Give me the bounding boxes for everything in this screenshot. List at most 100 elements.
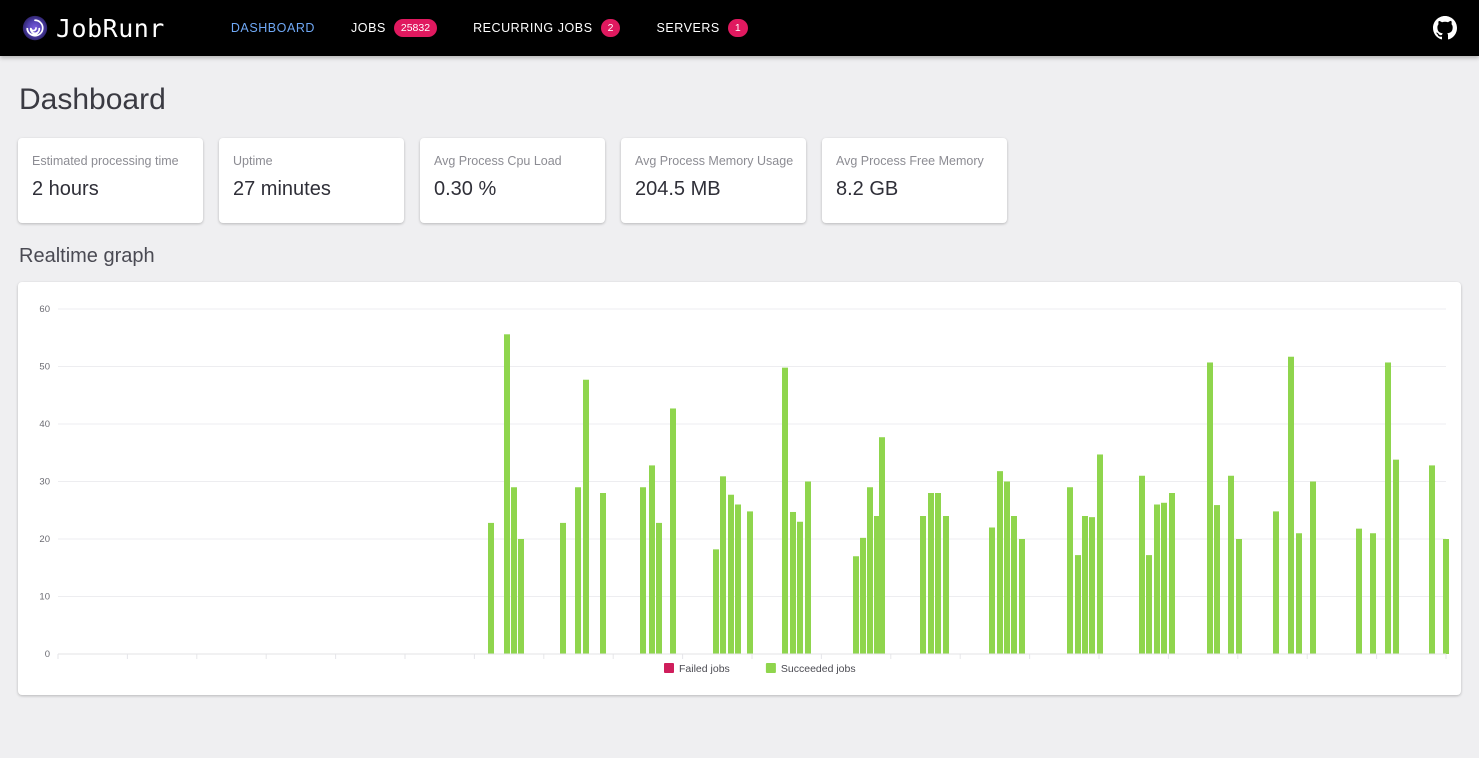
chart-bar-succeeded[interactable] xyxy=(1393,460,1399,654)
legend-label-failed[interactable]: Failed jobs xyxy=(679,663,730,675)
chart-bar-succeeded[interactable] xyxy=(1011,516,1017,654)
chart-bars-succeeded[interactable] xyxy=(488,334,1449,654)
chart-bar-succeeded[interactable] xyxy=(488,523,494,654)
y-axis-tick-label: 40 xyxy=(39,419,50,430)
nav-item-dashboard[interactable]: DASHBOARD xyxy=(213,0,333,56)
badge-jobs-count: 25832 xyxy=(394,19,437,38)
nav-label-jobs: JOBS xyxy=(351,21,386,35)
y-axis-tick-label: 50 xyxy=(39,362,50,373)
chart-bar-succeeded[interactable] xyxy=(1154,505,1160,655)
chart-x-axis-ticks xyxy=(58,654,1446,659)
y-axis-tick-label: 10 xyxy=(39,592,50,603)
realtime-bar-chart[interactable]: 0102030405060 Failed jobsSucceeded jobs xyxy=(18,282,1461,695)
chart-bar-succeeded[interactable] xyxy=(1082,516,1088,654)
chart-bar-succeeded[interactable] xyxy=(1089,517,1095,654)
y-axis-tick-label: 20 xyxy=(39,534,50,545)
chart-bar-succeeded[interactable] xyxy=(1443,539,1449,654)
chart-bar-succeeded[interactable] xyxy=(853,556,859,654)
chart-bar-succeeded[interactable] xyxy=(935,493,941,654)
chart-bar-succeeded[interactable] xyxy=(1214,505,1220,654)
badge-recurring-jobs-count: 2 xyxy=(601,19,621,38)
chart-bar-succeeded[interactable] xyxy=(560,523,566,654)
realtime-graph-card: 0102030405060 Failed jobsSucceeded jobs xyxy=(18,282,1461,695)
chart-bar-succeeded[interactable] xyxy=(997,471,1003,654)
stat-card-uptime: Uptime 27 minutes xyxy=(219,138,404,223)
stat-card-value: 27 minutes xyxy=(233,177,390,201)
chart-bar-succeeded[interactable] xyxy=(1429,465,1435,654)
chart-bar-succeeded[interactable] xyxy=(782,368,788,654)
chart-bar-succeeded[interactable] xyxy=(1097,454,1103,654)
chart-bar-succeeded[interactable] xyxy=(1310,482,1316,655)
chart-bar-succeeded[interactable] xyxy=(600,493,606,654)
brand-logo-link[interactable]: JobRunr xyxy=(22,15,165,41)
chart-bar-succeeded[interactable] xyxy=(1161,503,1167,654)
chart-bar-succeeded[interactable] xyxy=(504,334,510,654)
nav-item-jobs[interactable]: JOBS 25832 xyxy=(333,0,455,56)
legend-swatch-succeeded[interactable] xyxy=(766,663,776,673)
chart-bar-succeeded[interactable] xyxy=(518,539,524,654)
chart-bar-succeeded[interactable] xyxy=(1236,539,1242,654)
stat-card-estimated-processing-time: Estimated processing time 2 hours xyxy=(18,138,203,223)
chart-bar-succeeded[interactable] xyxy=(1370,533,1376,654)
chart-bar-succeeded[interactable] xyxy=(583,380,589,654)
stat-card-avg-process-free-memory: Avg Process Free Memory 8.2 GB xyxy=(822,138,1007,223)
legend-label-succeeded[interactable]: Succeeded jobs xyxy=(781,663,856,675)
chart-bar-succeeded[interactable] xyxy=(670,408,676,654)
chart-bar-succeeded[interactable] xyxy=(1288,357,1294,654)
y-axis-tick-label: 60 xyxy=(39,304,50,315)
chart-bar-succeeded[interactable] xyxy=(747,511,753,654)
stat-card-value: 204.5 MB xyxy=(635,177,792,201)
main-content: Dashboard Estimated processing time 2 ho… xyxy=(0,56,1479,758)
chart-bar-succeeded[interactable] xyxy=(1019,539,1025,654)
chart-bar-succeeded[interactable] xyxy=(656,523,662,654)
chart-bar-succeeded[interactable] xyxy=(797,522,803,654)
chart-bar-succeeded[interactable] xyxy=(1385,362,1391,654)
chart-bar-succeeded[interactable] xyxy=(1356,529,1362,654)
chart-bar-succeeded[interactable] xyxy=(1228,476,1234,654)
brand-name: JobRunr xyxy=(56,16,165,41)
chart-y-axis-labels: 0102030405060 xyxy=(39,304,50,660)
stat-card-label: Avg Process Free Memory xyxy=(836,154,993,169)
nav-item-servers[interactable]: SERVERS 1 xyxy=(638,0,765,56)
chart-bar-succeeded[interactable] xyxy=(805,482,811,655)
chart-bar-succeeded[interactable] xyxy=(1146,555,1152,654)
chart-bar-succeeded[interactable] xyxy=(728,495,734,654)
legend-swatch-failed[interactable] xyxy=(664,663,674,673)
chart-bar-succeeded[interactable] xyxy=(989,528,995,655)
stat-card-avg-process-cpu-load: Avg Process Cpu Load 0.30 % xyxy=(420,138,605,223)
badge-servers-count: 1 xyxy=(728,19,748,38)
chart-bar-succeeded[interactable] xyxy=(735,505,741,655)
chart-bar-succeeded[interactable] xyxy=(1067,487,1073,654)
chart-bar-succeeded[interactable] xyxy=(649,465,655,654)
chart-legend[interactable]: Failed jobs Succeeded jobs xyxy=(664,663,856,675)
chart-bar-succeeded[interactable] xyxy=(713,549,719,654)
stat-card-avg-process-memory-usage: Avg Process Memory Usage 204.5 MB xyxy=(621,138,806,223)
page-title: Dashboard xyxy=(19,82,1461,118)
chart-bar-succeeded[interactable] xyxy=(867,487,873,654)
stat-card-label: Estimated processing time xyxy=(32,154,189,169)
chart-bar-succeeded[interactable] xyxy=(1075,555,1081,654)
chart-bar-succeeded[interactable] xyxy=(1169,493,1175,654)
stat-card-value: 8.2 GB xyxy=(836,177,993,201)
chart-bar-succeeded[interactable] xyxy=(575,487,581,654)
chart-bar-succeeded[interactable] xyxy=(720,476,726,654)
stat-card-value: 2 hours xyxy=(32,177,189,201)
chart-bar-succeeded[interactable] xyxy=(920,516,926,654)
chart-bar-succeeded[interactable] xyxy=(879,437,885,654)
chart-bar-succeeded[interactable] xyxy=(640,487,646,654)
chart-bar-succeeded[interactable] xyxy=(1273,511,1279,654)
chart-bar-succeeded[interactable] xyxy=(1004,482,1010,655)
github-link[interactable] xyxy=(1429,16,1461,40)
chart-bar-succeeded[interactable] xyxy=(790,512,796,654)
chart-bar-succeeded[interactable] xyxy=(1139,476,1145,654)
chart-bar-succeeded[interactable] xyxy=(943,516,949,654)
spiral-logo-icon xyxy=(22,15,48,41)
chart-bar-succeeded[interactable] xyxy=(511,487,517,654)
nav-item-recurring-jobs[interactable]: RECURRING JOBS 2 xyxy=(455,0,638,56)
chart-bar-succeeded[interactable] xyxy=(928,493,934,654)
navbar: JobRunr DASHBOARD JOBS 25832 RECURRING J… xyxy=(0,0,1479,56)
chart-bar-succeeded[interactable] xyxy=(1207,362,1213,654)
chart-bar-succeeded[interactable] xyxy=(1296,533,1302,654)
chart-bar-succeeded[interactable] xyxy=(860,538,866,654)
github-icon xyxy=(1433,16,1457,40)
